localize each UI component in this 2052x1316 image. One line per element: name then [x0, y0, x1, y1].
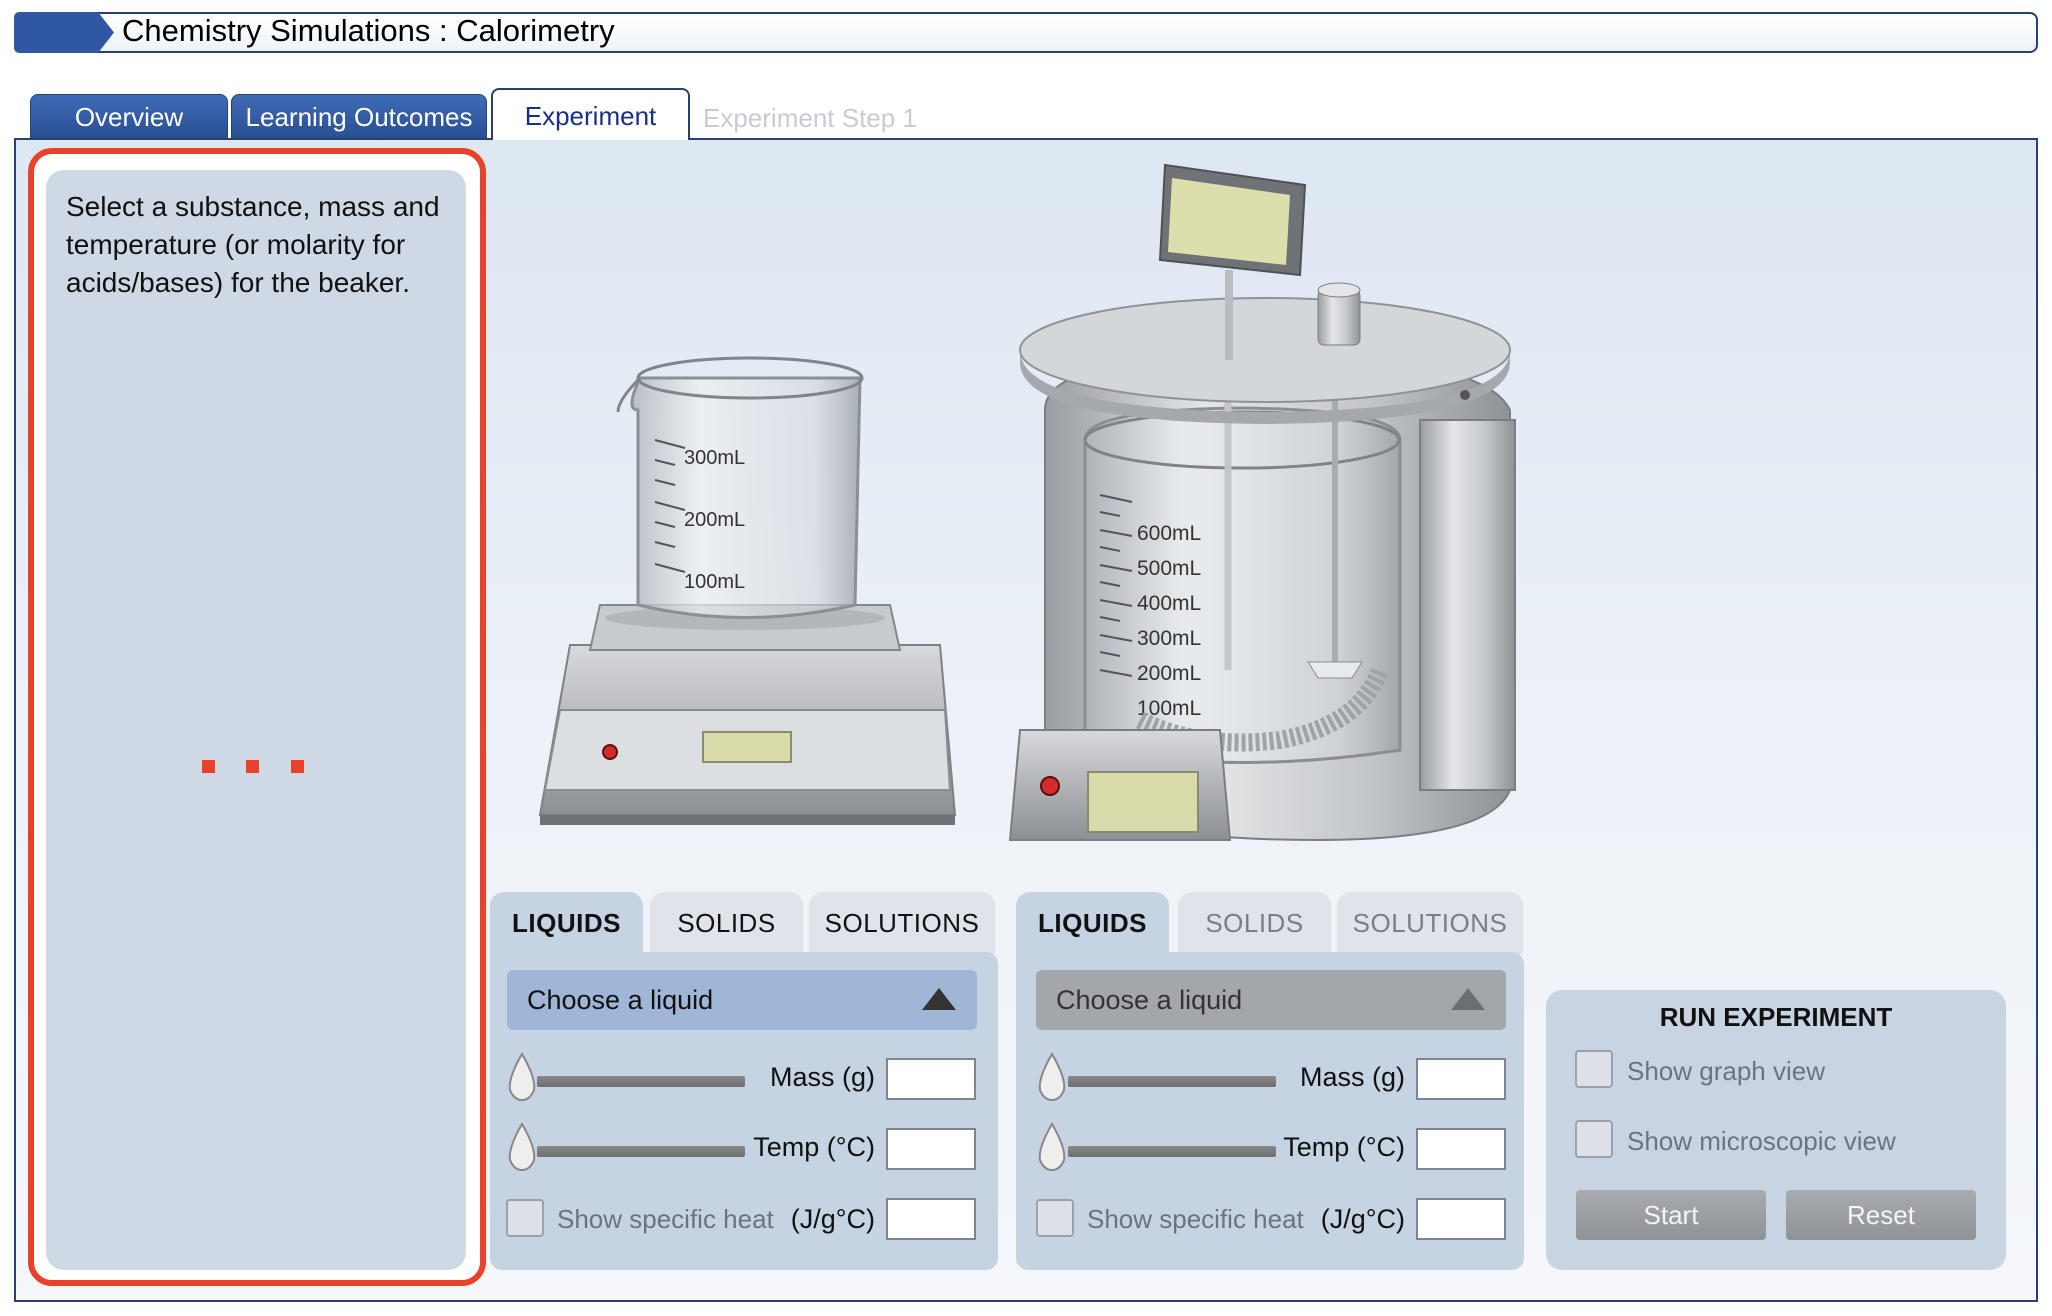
left-temp-slider-thumb-icon[interactable] — [506, 1122, 538, 1172]
right-temp-slider[interactable] — [1068, 1146, 1276, 1157]
right-specific-heat-checkbox[interactable] — [1036, 1199, 1074, 1237]
left-specific-heat-checkbox[interactable] — [506, 1199, 544, 1237]
show-graph-view-label: Show graph view — [1627, 1056, 1825, 1086]
right-tab-solutions[interactable]: SOLUTIONS — [1337, 892, 1523, 954]
instruction-text: Select a substance, mass and temperature… — [66, 191, 440, 298]
calorimeter: 600mL 500mL 400mL 300mL 200mL 100mL — [1008, 163, 1516, 842]
calorimeter-mark-400: 400mL — [1137, 592, 1201, 615]
loading-dot — [202, 760, 215, 773]
left-specific-heat-unit: (J/g°C) — [790, 1204, 875, 1234]
tab-overview[interactable]: Overview — [30, 94, 228, 138]
left-dropdown-arrow-icon[interactable] — [922, 988, 956, 1010]
left-mass-label: Mass (g) — [769, 1062, 875, 1092]
right-mass-label: Mass (g) — [1299, 1062, 1405, 1092]
beaker-mark-300: 300mL — [684, 447, 745, 469]
show-graph-view-checkbox[interactable] — [1575, 1050, 1613, 1088]
instruction-panel — [46, 170, 466, 1270]
beaker-mark-100: 100mL — [684, 571, 745, 593]
loading-dot — [291, 760, 304, 773]
left-mass-input[interactable] — [886, 1058, 976, 1100]
left-liquid-select[interactable]: Choose a liquid — [507, 970, 977, 1030]
right-tab-liquids[interactable]: LIQUIDS — [1016, 892, 1169, 956]
tab-learning-outcomes[interactable]: Learning Outcomes — [231, 94, 487, 138]
calorimeter-mark-300: 300mL — [1137, 627, 1201, 650]
right-dropdown-arrow-icon[interactable] — [1451, 988, 1485, 1010]
right-specific-heat-unit: (J/g°C) — [1320, 1204, 1405, 1234]
reset-button[interactable]: Reset — [1786, 1190, 1976, 1240]
left-tab-solutions[interactable]: SOLUTIONS — [809, 892, 995, 954]
right-specific-heat-label: Show specific heat — [1087, 1204, 1304, 1234]
calorimeter-mark-600: 600mL — [1137, 522, 1201, 545]
right-tab-solids[interactable]: SOLIDS — [1178, 892, 1331, 954]
beaker: 300mL 200mL 100mL — [616, 356, 864, 619]
left-tab-liquids[interactable]: LIQUIDS — [490, 892, 643, 956]
right-mass-slider-thumb-icon[interactable] — [1036, 1052, 1068, 1102]
calorimeter-mark-200: 200mL — [1137, 662, 1201, 685]
title-chevron-icon — [14, 12, 114, 53]
balance-scale — [538, 604, 957, 825]
right-temp-label: Temp (°C) — [1283, 1132, 1405, 1162]
loading-dot — [246, 760, 259, 773]
beaker-mark-200: 200mL — [684, 509, 745, 531]
right-mass-input[interactable] — [1416, 1058, 1506, 1100]
right-liquid-select[interactable]: Choose a liquid — [1036, 970, 1506, 1030]
calorimeter-mark-500: 500mL — [1137, 557, 1201, 580]
left-temp-label: Temp (°C) — [753, 1132, 875, 1162]
app-title: Chemistry Simulations : Calorimetry — [122, 13, 615, 48]
left-temp-input[interactable] — [886, 1128, 976, 1170]
start-button[interactable]: Start — [1576, 1190, 1766, 1240]
show-microscopic-view-label: Show microscopic view — [1627, 1126, 1896, 1156]
right-specific-heat-input[interactable] — [1416, 1198, 1506, 1240]
tab-experiment-step-1: Experiment Step 1 — [703, 103, 917, 133]
left-specific-heat-input[interactable] — [886, 1198, 976, 1240]
left-temp-slider[interactable] — [537, 1146, 745, 1157]
right-temp-input[interactable] — [1416, 1128, 1506, 1170]
right-mass-slider[interactable] — [1068, 1076, 1276, 1087]
left-specific-heat-label: Show specific heat — [557, 1204, 774, 1234]
calorimeter-mark-100: 100mL — [1137, 697, 1201, 720]
tab-experiment[interactable]: Experiment — [491, 88, 690, 140]
right-temp-slider-thumb-icon[interactable] — [1036, 1122, 1068, 1172]
show-microscopic-view-checkbox[interactable] — [1575, 1120, 1613, 1158]
left-mass-slider[interactable] — [537, 1076, 745, 1087]
left-mass-slider-thumb-icon[interactable] — [506, 1052, 538, 1102]
left-tab-solids[interactable]: SOLIDS — [650, 892, 803, 954]
run-experiment-title: RUN EXPERIMENT — [1659, 1002, 1893, 1032]
lab-equipment: 300mL 200mL 100mL 600mL 500mL 400mL 300m… — [538, 163, 1516, 842]
